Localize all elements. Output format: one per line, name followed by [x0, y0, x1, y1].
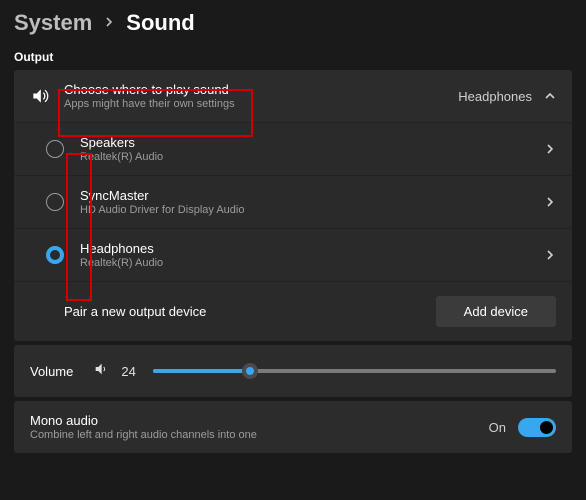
radio-syncmaster[interactable]: [46, 193, 64, 211]
speaker-icon: [30, 86, 64, 106]
device-name: Speakers: [80, 135, 544, 150]
volume-icon[interactable]: [93, 361, 109, 382]
output-header-title: Choose where to play sound: [64, 82, 458, 97]
device-name: Headphones: [80, 241, 544, 256]
device-name: SyncMaster: [80, 188, 544, 203]
chevron-right-icon[interactable]: [544, 196, 556, 208]
output-section-label: Output: [14, 50, 572, 64]
output-device-row-speakers[interactable]: Speakers Realtek(R) Audio: [14, 122, 572, 175]
mono-subtitle: Combine left and right audio channels in…: [30, 429, 489, 441]
pair-device-row: Pair a new output device Add device: [14, 281, 572, 341]
page-title: Sound: [126, 10, 194, 36]
chevron-right-icon[interactable]: [544, 143, 556, 155]
output-device-expander[interactable]: Choose where to play sound Apps might ha…: [14, 70, 572, 122]
radio-speakers[interactable]: [46, 140, 64, 158]
output-device-row-syncmaster[interactable]: SyncMaster HD Audio Driver for Display A…: [14, 175, 572, 228]
add-device-button[interactable]: Add device: [436, 296, 556, 327]
breadcrumb: System Sound: [14, 10, 572, 36]
mono-title: Mono audio: [30, 413, 489, 428]
mono-toggle[interactable]: [518, 418, 556, 437]
mono-state-label: On: [489, 420, 506, 435]
volume-label: Volume: [30, 364, 73, 379]
output-current-device: Headphones: [458, 89, 532, 104]
output-header-subtitle: Apps might have their own settings: [64, 98, 458, 110]
breadcrumb-parent[interactable]: System: [14, 10, 92, 36]
chevron-up-icon: [544, 90, 556, 102]
volume-slider-thumb[interactable]: [242, 363, 258, 379]
mono-audio-row: Mono audio Combine left and right audio …: [14, 401, 572, 453]
chevron-right-icon: [104, 14, 114, 32]
chevron-right-icon[interactable]: [544, 249, 556, 261]
toggle-knob: [540, 421, 553, 434]
output-device-row-headphones[interactable]: Headphones Realtek(R) Audio: [14, 228, 572, 281]
volume-row: Volume 24: [14, 345, 572, 397]
device-driver: Realtek(R) Audio: [80, 257, 544, 269]
radio-headphones[interactable]: [46, 246, 64, 264]
volume-slider[interactable]: [153, 369, 556, 373]
pair-device-label: Pair a new output device: [64, 304, 436, 319]
device-driver: HD Audio Driver for Display Audio: [80, 204, 544, 216]
volume-value: 24: [121, 364, 141, 379]
device-driver: Realtek(R) Audio: [80, 151, 544, 163]
